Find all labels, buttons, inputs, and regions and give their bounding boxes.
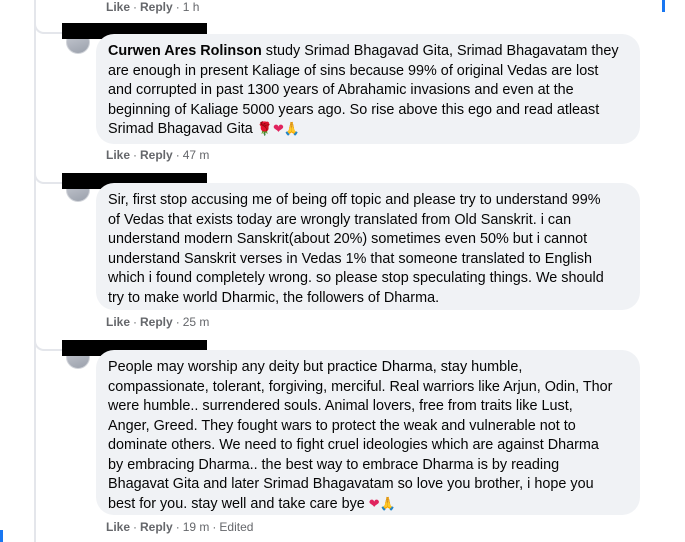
comment-body: People may worship any deity but practic… (108, 359, 613, 512)
like-button[interactable]: Like (106, 148, 130, 162)
reply-button[interactable]: Reply (140, 148, 173, 162)
folded-hands-emoji-icon: 🙏 (283, 122, 301, 137)
timestamp[interactable]: 19 m (183, 520, 210, 534)
reply-button[interactable]: Reply (140, 315, 173, 329)
thread-line (34, 0, 36, 542)
reply-button[interactable]: Reply (140, 520, 173, 534)
heart-emoji-icon: ❤ (368, 496, 380, 512)
comment-actions: Like · Reply · 19 m · Edited (106, 520, 254, 534)
rose-emoji-icon: 🌹 (256, 122, 273, 137)
timestamp[interactable]: 1 h (183, 0, 200, 14)
comment-bubble: Curwen Ares Rolinson study Srimad Bhagav… (96, 34, 640, 144)
timestamp[interactable]: 25 m (183, 315, 210, 329)
like-button[interactable]: Like (106, 315, 130, 329)
comment-author[interactable]: Curwen Ares Rolinson (108, 43, 262, 59)
scroll-indicator (662, 0, 665, 12)
comment-actions: Like · Reply · 25 m (106, 315, 210, 329)
timestamp[interactable]: 47 m (183, 148, 210, 162)
scroll-indicator (0, 530, 3, 542)
like-button[interactable]: Like (106, 520, 130, 534)
comment-text: People may worship any deity but practic… (108, 358, 628, 514)
folded-hands-emoji-icon: 🙏 (379, 496, 396, 512)
heart-emoji-icon: ❤ (272, 122, 284, 137)
comment-text: Curwen Ares Rolinson study Srimad Bhagav… (108, 42, 628, 140)
edited-label: Edited (219, 520, 254, 534)
like-button[interactable]: Like (106, 0, 130, 14)
comment-body: Sir, first stop accusing me of being off… (108, 192, 604, 306)
top-comment-actions: Like · Reply · 1 h (106, 0, 200, 14)
comment-bubble: People may worship any deity but practic… (96, 350, 640, 515)
comment-actions: Like · Reply · 47 m (106, 148, 210, 162)
reply-button[interactable]: Reply (140, 0, 173, 14)
comment-bubble: Sir, first stop accusing me of being off… (96, 183, 640, 310)
